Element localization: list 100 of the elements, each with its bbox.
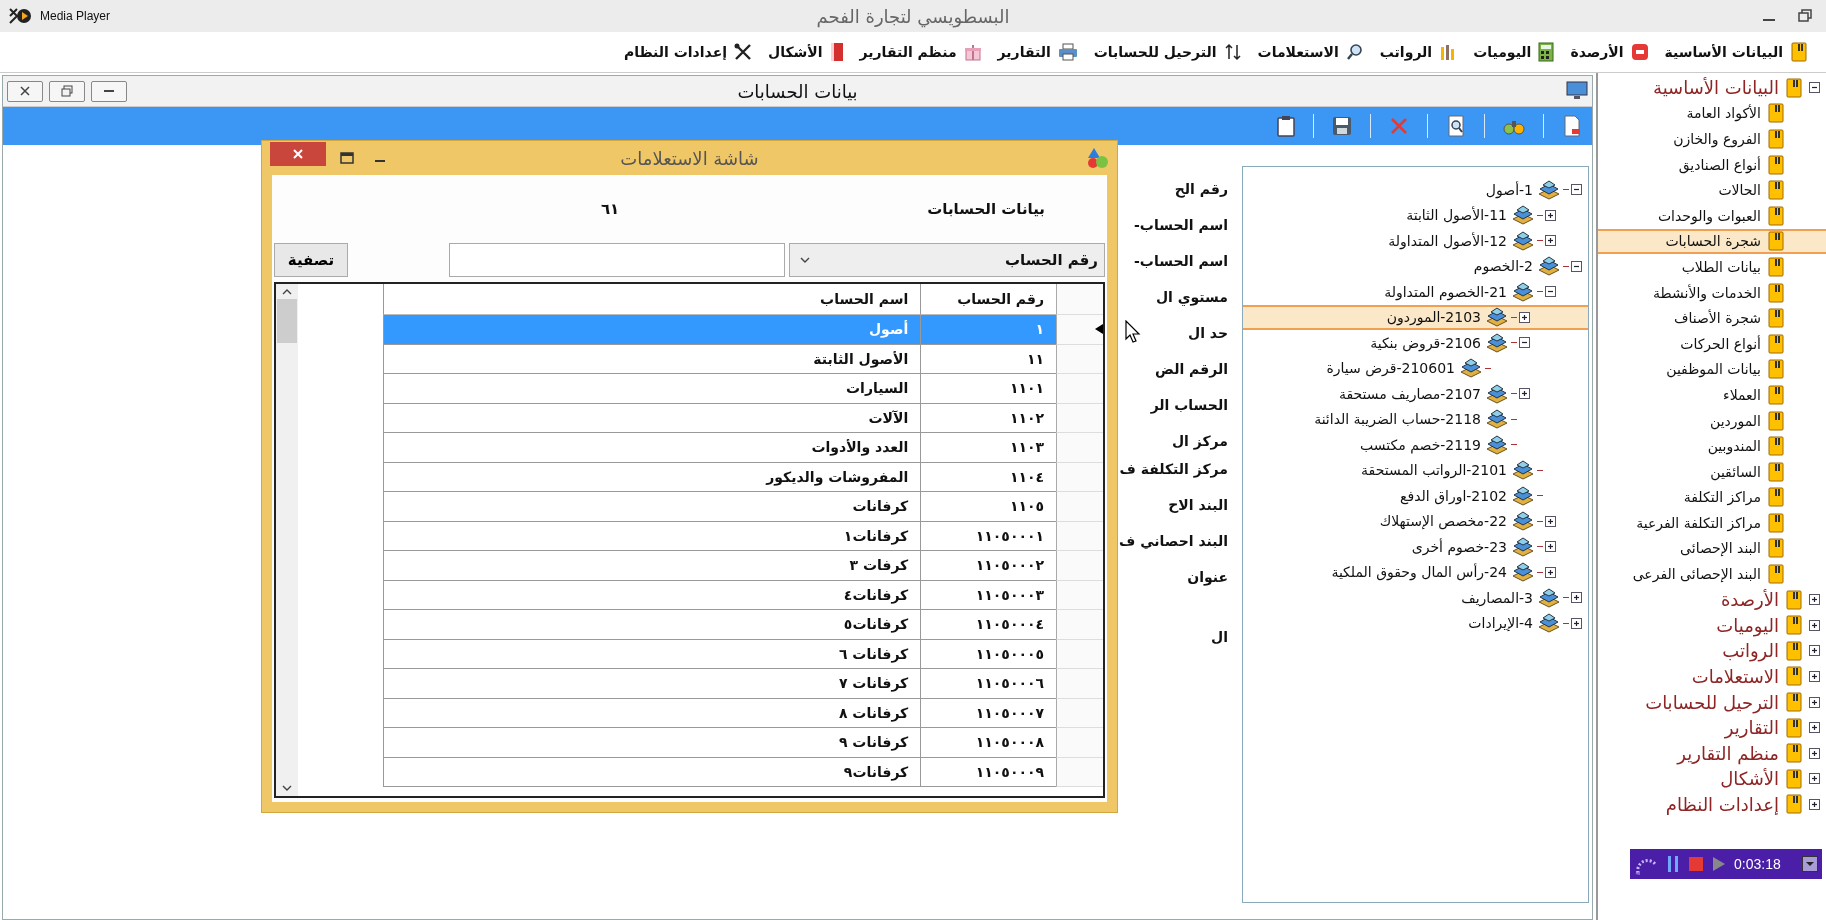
menu-item[interactable]: الرواتب [1379, 44, 1433, 60]
nav-row[interactable]: البند الإحصائى الفرعى [1598, 561, 1826, 587]
nav-group[interactable]: البيانات الأساسية [1653, 77, 1779, 99]
expand-toggle[interactable] [1571, 260, 1582, 272]
tree-row[interactable]: 24-رأس المال وحقوق الملكية [1243, 559, 1588, 585]
tree-row[interactable]: 210601-قرض سيارة [1243, 355, 1588, 381]
table-row[interactable]: ١١٠١ السيارات [383, 374, 1103, 404]
search-document-icon[interactable] [1446, 115, 1466, 137]
tree-row[interactable]: 21-الخصوم المتداولة [1243, 279, 1588, 305]
row-header-cell[interactable] [1056, 610, 1103, 640]
nav-group[interactable]: منظم التقارير [1677, 742, 1779, 764]
table-row[interactable]: ١١ الأصول الثابتة [383, 344, 1103, 374]
table-row[interactable]: ١١٠٥٠٠٠٧ كرفانات ٨ [383, 698, 1103, 728]
scroll-thumb[interactable] [277, 299, 297, 343]
expand-toggle[interactable] [1809, 670, 1820, 682]
table-row[interactable]: ١١٠٥٠٠٠٣ كرفانات٤ [383, 580, 1103, 610]
nav-group[interactable]: الاستعلامات [1691, 665, 1779, 687]
table-row[interactable]: ١١٠٤ المفروشات والديكور [383, 462, 1103, 492]
menu-item[interactable]: البيانات الأساسية [1664, 44, 1783, 60]
expand-toggle[interactable] [1571, 617, 1582, 629]
scroll-up-icon[interactable] [282, 289, 292, 295]
tree-row[interactable]: 2103-الموردون [1243, 304, 1588, 330]
table-row[interactable]: ١١٠٥٠٠٠٦ كرفانات ٧ [383, 669, 1103, 699]
restore-button[interactable] [49, 80, 85, 102]
expand-toggle[interactable] [1809, 773, 1820, 785]
row-header-cell[interactable] [1056, 521, 1103, 551]
nav-row[interactable]: الحالات [1598, 177, 1826, 203]
play-icon[interactable] [1712, 856, 1726, 873]
expand-toggle[interactable] [1519, 337, 1530, 349]
table-row[interactable]: ١١٠٥٠٠٠٥ كرفانات ٦ [383, 639, 1103, 669]
tree-row[interactable]: 11-الأصول الثابتة [1243, 202, 1588, 228]
field-dropdown[interactable]: رقم الحساب [789, 243, 1105, 277]
nav-row[interactable]: العملاء [1598, 382, 1826, 408]
tree-row[interactable]: 22-مخصص الإستهلاك [1243, 508, 1588, 534]
row-header-cell[interactable] [1056, 344, 1103, 374]
nav-row[interactable]: البند الإحصائى [1598, 535, 1826, 562]
tree-row[interactable]: 2107-مصاريف مستحقة [1243, 381, 1588, 407]
expand-toggle[interactable] [1545, 515, 1556, 527]
tree-row[interactable]: 4-الإيرادات [1243, 610, 1588, 636]
filter-input[interactable] [449, 243, 785, 277]
nav-row[interactable]: الخدمات والأنشطة [1598, 279, 1826, 306]
tree-row[interactable]: 2106-قروض بنكية [1243, 330, 1588, 356]
row-header-cell[interactable] [1056, 728, 1103, 758]
nav-row[interactable]: بيانات الموظفين [1598, 356, 1826, 383]
nav-group[interactable]: التقارير [1724, 717, 1779, 739]
scrollbar[interactable] [276, 284, 298, 796]
row-header-cell[interactable] [1056, 374, 1103, 404]
pause-icon[interactable] [1666, 855, 1680, 874]
nav-row[interactable]: شجرة الأصناف [1598, 305, 1826, 331]
menu-item[interactable]: منظم التقارير [859, 44, 957, 60]
nav-row[interactable]: شجرة الحسابات [1598, 228, 1826, 255]
expand-toggle[interactable] [1809, 722, 1820, 734]
tree-row[interactable]: 12-الأصول المتداولة [1243, 228, 1588, 254]
expand-toggle[interactable] [1809, 696, 1820, 708]
nav-row[interactable]: المندوبين [1598, 433, 1826, 459]
menu-item[interactable]: الأشكال [768, 44, 823, 60]
nav-group[interactable]: الترحيل للحسابات [1645, 691, 1779, 713]
document-icon[interactable] [1562, 115, 1582, 137]
tree-row[interactable]: 2119-خصم مكتسب [1243, 432, 1588, 458]
expand-toggle[interactable] [1545, 286, 1556, 298]
row-header-cell[interactable] [1056, 669, 1103, 699]
row-header-cell[interactable] [1056, 639, 1103, 669]
row-header-cell[interactable] [1056, 698, 1103, 728]
expand-toggle[interactable] [1809, 798, 1820, 810]
tree-row[interactable]: 2-الخصوم [1243, 253, 1588, 279]
save-icon[interactable] [1332, 116, 1352, 136]
scroll-down-icon[interactable] [282, 785, 292, 791]
stop-icon[interactable] [1688, 856, 1704, 873]
expand-toggle[interactable] [1545, 235, 1556, 247]
row-header-cell[interactable] [1056, 492, 1103, 522]
expand-toggle[interactable] [1571, 184, 1582, 196]
nav-group[interactable]: إعدادات النظام [1665, 793, 1779, 815]
nav-group[interactable]: الأشكال [1720, 768, 1779, 790]
row-header-cell[interactable] [1056, 315, 1103, 345]
expand-toggle[interactable] [1545, 541, 1556, 553]
menu-item[interactable]: التقارير [997, 44, 1051, 60]
tree-row[interactable]: 3-المصاريف [1243, 585, 1588, 611]
nav-row[interactable]: بيانات الطلاب [1598, 254, 1826, 280]
tree-row[interactable]: 2102-اوراق الدفع [1243, 483, 1588, 509]
table-row[interactable]: ١١٠٥٠٠٠٩ كرفانات٩ [383, 757, 1103, 787]
menu-item[interactable]: الاستعلامات [1257, 44, 1339, 60]
table-row[interactable]: ١١٠٥٠٠٠١ كرفانات١ [383, 521, 1103, 551]
menu-item[interactable]: الأرصدة [1570, 44, 1624, 60]
nav-row[interactable]: مراكز التكلفة [1598, 484, 1826, 511]
expand-toggle[interactable] [1809, 82, 1820, 94]
expand-toggle[interactable] [1519, 388, 1530, 400]
table-row[interactable]: ١١٠٥٠٠٠٨ كرفانات ٩ [383, 728, 1103, 758]
row-header-cell[interactable] [1056, 403, 1103, 433]
table-row[interactable]: ١١٠٥٠٠٠٢ كرفات ٣ [383, 551, 1103, 581]
expand-toggle[interactable] [1809, 619, 1820, 631]
expand-toggle[interactable] [1571, 592, 1582, 604]
minimize-button[interactable] [91, 80, 127, 102]
nav-group[interactable]: الأرصدة [1720, 589, 1779, 611]
nav-row[interactable]: الفروع والخازن [1598, 126, 1826, 152]
row-header-cell[interactable] [1056, 433, 1103, 463]
tree-row[interactable]: 23-خصوم أخرى [1243, 534, 1588, 560]
tree-row[interactable]: 1-أصول [1243, 177, 1588, 203]
table-row[interactable]: ١١٠٣ العدد والأدوات [383, 433, 1103, 463]
tree-row[interactable]: 2101-الرواتب المستحقة [1243, 457, 1588, 483]
menu-item[interactable]: اليوميات [1473, 44, 1532, 60]
